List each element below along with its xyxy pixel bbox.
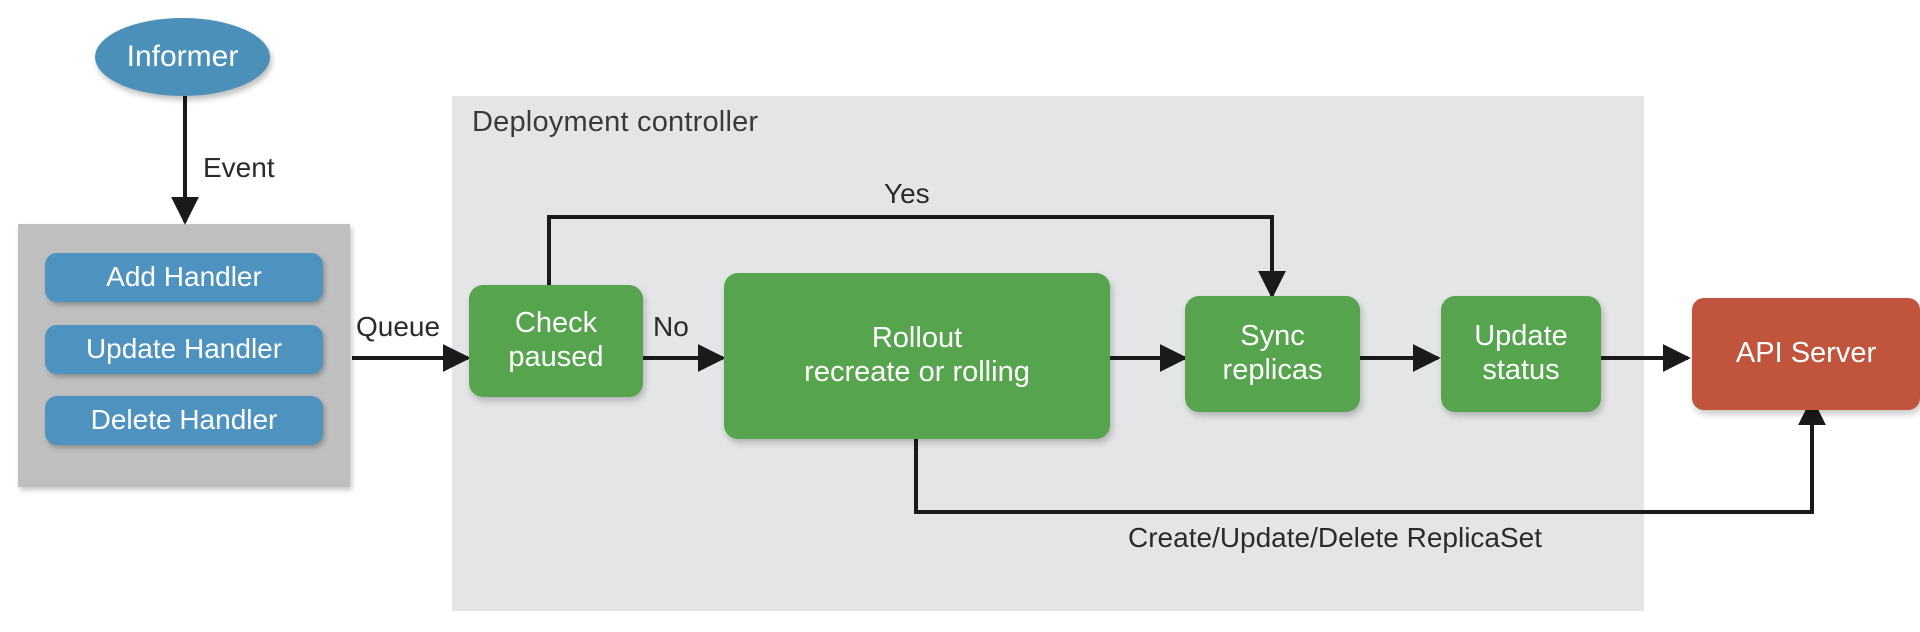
rollout-line2: recreate or rolling (804, 356, 1030, 388)
handler-update-label: Update Handler (85, 333, 283, 365)
node-update-status[interactable]: Update status (1441, 296, 1601, 412)
edge-label-event: Event (203, 152, 275, 183)
edge-label-replicaset: Create/Update/Delete ReplicaSet (1128, 522, 1543, 553)
check-paused-line2: paused (508, 341, 604, 373)
handler-add[interactable]: Add Handler (45, 253, 323, 302)
edge-label-yes: Yes (884, 178, 930, 209)
node-api-server[interactable]: API Server (1692, 298, 1920, 410)
rollout-line1: Rollout (871, 322, 963, 355)
node-rollout[interactable]: Rollout recreate or rolling (724, 273, 1110, 439)
handler-delete[interactable]: Delete Handler (45, 396, 323, 445)
node-check-paused[interactable]: Check paused (469, 285, 643, 397)
informer-node[interactable]: Informer (95, 18, 270, 96)
diagram-canvas: Deployment controller Informer Add Handl (0, 0, 1920, 632)
update-status-line1: Update (1474, 320, 1568, 353)
api-server-label: API Server (1735, 337, 1877, 370)
node-sync-replicas[interactable]: Sync replicas (1185, 296, 1360, 412)
sync-replicas-line2: replicas (1222, 354, 1323, 386)
update-status-line2: status (1482, 354, 1560, 386)
edge-label-queue: Queue (356, 311, 441, 342)
handler-delete-label: Delete Handler (90, 404, 278, 436)
handler-update[interactable]: Update Handler (45, 325, 323, 374)
check-paused-line1: Check (514, 307, 598, 340)
handler-add-label: Add Handler (106, 261, 262, 293)
edge-label-no: No (653, 311, 689, 342)
informer-label: Informer (126, 39, 239, 73)
sync-replicas-line1: Sync (1240, 320, 1305, 353)
